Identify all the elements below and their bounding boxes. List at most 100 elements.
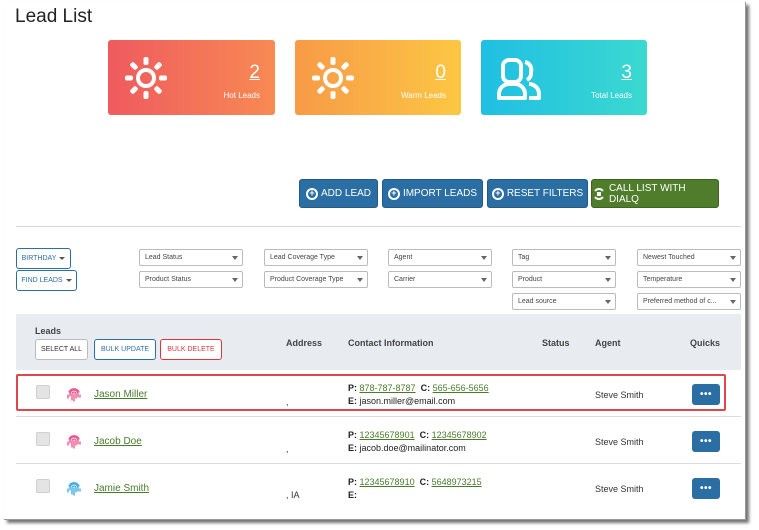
carrier-select[interactable]: Carrier	[388, 271, 492, 288]
lead-source-value: Lead source	[518, 298, 557, 305]
quick-actions-button[interactable]: •••	[692, 431, 720, 452]
table-header: Leads SELECT ALL BULK UPDATE BULK DELETE…	[16, 314, 741, 370]
chevron-down-icon	[357, 278, 363, 282]
birthday-dropdown-button[interactable]: BIRTHDAY	[16, 248, 71, 269]
birthday-label: BIRTHDAY	[21, 255, 57, 262]
caret-down-icon	[65, 279, 72, 282]
phone-refresh-icon	[594, 187, 604, 200]
reset-filters-label: RESET FILTERS	[506, 188, 584, 199]
table-row: Jacob Doe , P: 12345678901 C: 1234567890…	[16, 418, 741, 464]
tag-select[interactable]: Tag	[512, 249, 616, 266]
column-header-contact: Contact Information	[348, 338, 434, 348]
warm-leads-label: Warm Leads	[400, 91, 446, 100]
lead-status-select[interactable]: Lead Status	[139, 249, 243, 266]
lead-coverage-type-select[interactable]: Lead Coverage Type	[264, 249, 368, 266]
chevron-down-icon	[232, 256, 238, 260]
carrier-value: Carrier	[394, 276, 416, 283]
product-status-value: Product Status	[145, 276, 191, 283]
chevron-down-icon	[481, 278, 487, 282]
plus-circle-icon: +	[387, 187, 400, 200]
email-label: E:	[348, 490, 357, 500]
total-leads-label: Total Leads	[591, 91, 632, 100]
phone-label: P:	[348, 477, 357, 487]
temperature-value: Temperature	[643, 276, 683, 283]
sun-icon	[125, 57, 167, 99]
chevron-down-icon	[605, 256, 611, 260]
column-header-status: Status	[542, 338, 570, 348]
tag-value: Tag	[518, 254, 530, 261]
chevron-down-icon	[481, 256, 487, 260]
divider	[16, 226, 741, 227]
product-select[interactable]: Product	[512, 271, 616, 288]
sort-value: Newest Touched	[643, 254, 695, 261]
find-leads-dropdown-button[interactable]: FIND LEADS	[16, 270, 77, 291]
chevron-down-icon	[730, 300, 736, 304]
chevron-down-icon	[357, 256, 363, 260]
hot-leads-label: Hot Leads	[223, 91, 260, 100]
warm-leads-card[interactable]: 0 Warm Leads	[295, 40, 461, 115]
chevron-down-icon	[605, 278, 611, 282]
chevron-down-icon	[730, 278, 736, 282]
phone-link[interactable]: 12345678901	[360, 430, 415, 440]
chevron-down-icon	[232, 278, 238, 282]
product-coverage-type-select[interactable]: Product Coverage Type	[264, 271, 368, 288]
hot-leads-count[interactable]: 2	[249, 62, 260, 84]
page-title: Lead List	[15, 6, 93, 27]
import-leads-label: IMPORT LEADS	[402, 188, 478, 199]
chevron-down-icon	[605, 300, 611, 304]
hot-leads-card[interactable]: 2 Hot Leads	[108, 40, 275, 115]
cell-link[interactable]: 12345678902	[432, 430, 487, 440]
column-header-address: Address	[286, 338, 323, 348]
sort-select[interactable]: Newest Touched	[637, 249, 741, 266]
lead-agent: Steve Smith	[595, 437, 644, 447]
preferred-method-value: Preferred method of c...	[643, 298, 717, 305]
phone-link[interactable]: 12345678910	[360, 477, 415, 487]
product-coverage-type-value: Product Coverage Type	[270, 276, 344, 283]
bulk-delete-button[interactable]: BULK DELETE	[160, 339, 222, 360]
quick-actions-button[interactable]: •••	[692, 478, 720, 499]
total-leads-card[interactable]: 3 Total Leads	[481, 40, 647, 115]
agent-value: Agent	[394, 254, 413, 261]
add-lead-label: ADD LEAD	[320, 188, 371, 199]
row-checkbox[interactable]	[36, 479, 50, 493]
column-header-agent: Agent	[595, 338, 621, 348]
lead-agent: Steve Smith	[595, 484, 644, 494]
find-leads-label: FIND LEADS	[21, 277, 63, 284]
table-row: Jamie Smith , IA P: 12345678910 C: 56489…	[16, 465, 741, 515]
cell-label: C:	[419, 430, 430, 440]
product-status-select[interactable]: Product Status	[139, 271, 243, 288]
row-checkbox[interactable]	[36, 432, 50, 446]
sun-icon	[312, 57, 354, 99]
cell-link[interactable]: 5648973215	[432, 477, 482, 487]
total-leads-count[interactable]: 3	[621, 62, 632, 84]
lead-status-value: Lead Status	[145, 254, 183, 261]
column-header-quicks: Quicks	[690, 338, 721, 348]
reset-filters-button[interactable]: + RESET FILTERS	[487, 179, 588, 208]
lead-contact-info: P: 12345678910 C: 5648973215 E:	[348, 476, 482, 502]
bulk-update-button[interactable]: BULK UPDATE	[94, 339, 156, 360]
plus-circle-icon: +	[491, 187, 504, 200]
select-all-button[interactable]: SELECT ALL	[35, 339, 88, 360]
lead-address: ,	[286, 444, 289, 454]
call-list-dialq-button[interactable]: CALL LIST WITH DIALQ	[591, 179, 719, 208]
call-list-label: CALL LIST WITH DIALQ	[608, 182, 686, 205]
lead-source-select[interactable]: Lead source	[512, 293, 616, 310]
lead-name-link[interactable]: Jacob Doe	[94, 436, 142, 447]
users-icon	[497, 58, 541, 100]
preferred-method-select[interactable]: Preferred method of c...	[637, 293, 741, 310]
lead-name-link[interactable]: Jamie Smith	[94, 483, 149, 494]
chevron-down-icon	[730, 256, 736, 260]
warm-leads-count[interactable]: 0	[435, 62, 446, 84]
temperature-select[interactable]: Temperature	[637, 271, 741, 288]
fingerprint-icon	[67, 435, 81, 449]
column-header-leads: Leads	[35, 326, 62, 336]
cell-label: C:	[419, 477, 430, 487]
add-lead-button[interactable]: + ADD LEAD	[299, 179, 378, 208]
import-leads-button[interactable]: + IMPORT LEADS	[382, 179, 483, 208]
email-text: jacob.doe@mailinator.com	[359, 443, 466, 453]
fingerprint-icon	[67, 482, 81, 496]
highlight-annotation	[16, 374, 726, 411]
phone-label: P:	[348, 430, 357, 440]
plus-circle-icon: +	[305, 187, 318, 200]
agent-select[interactable]: Agent	[388, 249, 492, 266]
